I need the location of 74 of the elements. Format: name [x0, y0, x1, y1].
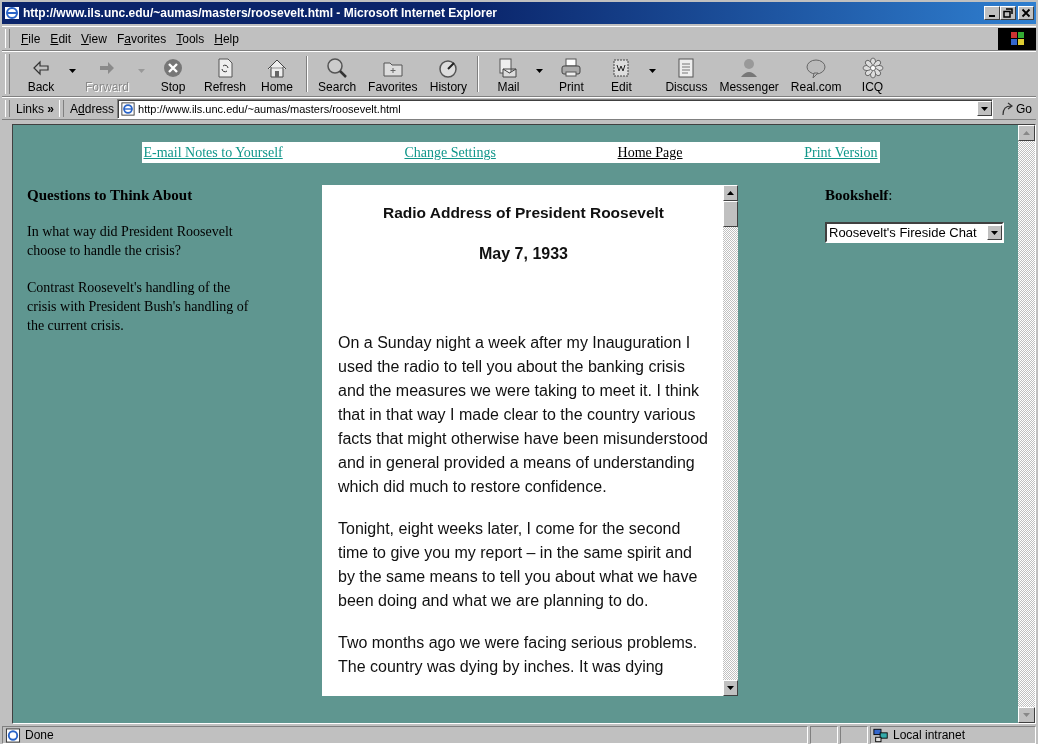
speech-bubble-icon [805, 56, 828, 79]
menu-item[interactable]: Tools [171, 31, 210, 46]
scroll-thumb[interactable] [723, 201, 738, 227]
nav-link[interactable]: E-mail Notes to Yourself [143, 145, 283, 161]
restore-icon [1003, 8, 1013, 18]
browser-icon [4, 5, 20, 21]
question-text: In what way did President Roosevelt choose to handle the crisis? [27, 223, 234, 260]
status-pane [810, 726, 838, 744]
search-icon [326, 56, 349, 79]
page-icon [5, 727, 21, 743]
go-button[interactable]: Go [993, 101, 1036, 116]
down-arrow-icon [1023, 713, 1030, 717]
nav-link[interactable]: Print Version [804, 145, 878, 161]
close-button[interactable] [1018, 6, 1034, 20]
address-field[interactable]: http://www.ils.unc.edu/~aumas/masters/roosevelt.html [117, 98, 993, 119]
toolbar-button[interactable]: Messenger [713, 54, 785, 94]
toolbar-button[interactable]: Print [546, 54, 597, 94]
links-button[interactable]: Links » [16, 101, 57, 116]
article-title: Radio Address of President Roosevelt [381, 204, 666, 222]
article-paragraph: Two months ago we were facing serious problems. The country was dying by inches. It was dying [338, 633, 699, 677]
windows-logo-icon [998, 27, 1036, 50]
toolbar-button[interactable]: Search [312, 54, 363, 94]
caret-icon [649, 68, 657, 73]
maximize-button[interactable] [1000, 6, 1016, 20]
toolbar-button[interactable]: Real.com [784, 54, 848, 94]
caret-icon [69, 68, 76, 73]
minimize-button[interactable] [984, 6, 1000, 20]
flower-icon [861, 56, 884, 79]
toolbar-button[interactable]: History [423, 54, 474, 94]
toolbar-button[interactable]: Mail [483, 54, 534, 94]
menu-item[interactable]: Help [209, 31, 244, 46]
toolbar-button[interactable]: Edit [596, 54, 647, 94]
caret-icon [536, 68, 544, 73]
up-arrow-icon [727, 191, 734, 195]
menu-item[interactable]: Edit [45, 31, 77, 46]
go-arrow-icon [1001, 101, 1015, 116]
toolbar-button[interactable]: Home [252, 54, 303, 94]
nav-link[interactable]: Change Settings [404, 145, 496, 161]
address-label: Address [70, 101, 116, 116]
question-text: Contrast Roosevelt's handling of the crisis with President Bush's handling of the current crisis. [27, 279, 250, 335]
dropdown-button[interactable] [977, 101, 992, 116]
zone-text: Local intranet [893, 728, 966, 742]
url-input[interactable]: http://www.ils.unc.edu/~aumas/masters/roosevelt.html [138, 102, 977, 115]
caret-icon [981, 106, 988, 111]
toolbar-button[interactable]: Refresh [198, 54, 253, 94]
bookshelf-label: Bookshelf: [825, 187, 894, 204]
menu-item[interactable]: Favorites [111, 31, 172, 46]
toolbar-button[interactable]: Discuss [659, 54, 714, 94]
mail-icon [497, 56, 520, 79]
toolbar-button[interactable]: Stop [148, 54, 198, 94]
up-arrow-icon [1023, 131, 1030, 135]
network-icon [873, 727, 889, 743]
section-heading: Questions to Think About [27, 187, 194, 204]
toolbar-button[interactable]: Favorites [362, 54, 424, 94]
article-paragraph: On a Sunday night a week after my Inauguration I used the radio to tell you about the banking crisis and the measures we were taking to meet it. I think that in that way I made clear to the country various facts that might otherwise have been misunderstood and in general provided a means of understanding which did much to restore confidence. [338, 333, 709, 497]
toolbar-button[interactable]: ICQ [847, 54, 898, 94]
minimize-icon [989, 15, 995, 17]
nav-link[interactable]: Home Page [617, 145, 683, 161]
status-text: Done [25, 728, 54, 742]
caret-icon [991, 230, 998, 235]
menu-item[interactable]: View [76, 31, 112, 46]
page-icon [121, 101, 136, 116]
toolbar-button[interactable]: Back [16, 54, 66, 94]
close-icon [1021, 8, 1031, 18]
article-date: May 7, 1933 [478, 245, 569, 263]
printer-icon [560, 56, 583, 79]
article-paragraph: Tonight, eight weeks later, I come for the second time to give you my report – in the same spirit and by the same means to tell you about what we have been doing and what we are planning to do. [338, 519, 699, 611]
down-arrow-icon [727, 686, 734, 690]
bookshelf-select[interactable]: Roosevelt's Fireside Chat [825, 222, 1004, 243]
status-pane [840, 726, 868, 744]
caret-icon [138, 68, 145, 73]
menu-item[interactable]: File [16, 31, 46, 46]
window-title: http://www.ils.unc.edu/~aumas/masters/roosevelt.html - Microsoft Internet Explorer [23, 6, 498, 20]
stop-icon [162, 56, 184, 79]
